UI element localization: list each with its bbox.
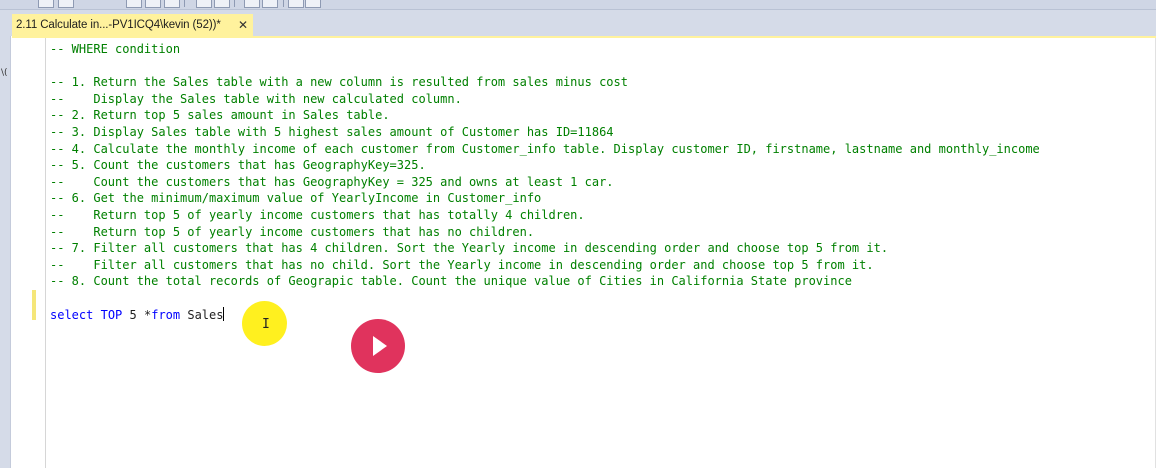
code-comment-line: -- Return top 5 of yearly income custome… <box>50 224 535 239</box>
keyword-select: select <box>50 307 94 322</box>
toolbar-button[interactable] <box>58 0 74 8</box>
text-caret <box>223 306 225 321</box>
tab-query-editor[interactable]: 2.11 Calculate in...-PV1ICQ4\kevin (52))… <box>12 14 253 36</box>
code-area[interactable]: -- WHERE condition -- 1. Return the Sales… <box>50 41 1040 323</box>
close-icon[interactable]: ✕ <box>238 17 248 33</box>
editor-margin <box>45 38 46 468</box>
toolbar-button[interactable] <box>262 0 278 8</box>
code-comment-line: -- Count the customers that has Geograph… <box>50 174 614 189</box>
toolbar-button[interactable] <box>126 0 142 8</box>
code-comment-line: -- 1. Return the Sales table with a new … <box>50 75 628 90</box>
code-comment-line: -- Display the Sales table with new calc… <box>50 91 462 106</box>
toolbar-button[interactable] <box>145 0 161 8</box>
code-comment-line: -- Filter all customers that has no chil… <box>50 257 874 272</box>
panel-edge-glyph: \( <box>1 68 8 78</box>
text-cursor-icon: I <box>262 317 270 332</box>
toolbar-button[interactable] <box>164 0 180 8</box>
query-line: select TOP 5 *from Sales <box>50 306 1040 324</box>
keyword-from: from <box>151 307 181 322</box>
toolbar-button[interactable] <box>196 0 212 8</box>
tab-title: 2.11 Calculate in...-PV1ICQ4\kevin (52))… <box>16 19 221 31</box>
code-comment-line: -- WHERE condition <box>50 42 181 56</box>
left-panel-edge: \( <box>0 36 11 468</box>
toolbar-dropdown[interactable] <box>305 0 321 8</box>
toolbar <box>0 0 1156 10</box>
code-comment-line: -- 4. Calculate the monthly income of ea… <box>50 141 1040 156</box>
toolbar-separator <box>234 0 235 7</box>
code-comment-line: -- 7. Filter all customers that has 4 ch… <box>50 241 889 256</box>
code-comment-line: -- 8. Count the total records of Geograp… <box>50 274 852 289</box>
toolbar-separator <box>184 0 185 7</box>
code-comment-line: -- 3. Display Sales table with 5 highest… <box>50 124 614 139</box>
code-comment-line: -- 5. Count the customers that has Geogr… <box>50 158 426 173</box>
toolbar-button[interactable] <box>214 0 230 8</box>
keyword-top: TOP <box>100 307 123 322</box>
change-indicator <box>32 290 36 320</box>
top-count: 5 <box>129 307 137 322</box>
toolbar-button[interactable] <box>288 0 304 8</box>
toolbar-button[interactable] <box>38 0 54 8</box>
play-icon[interactable] <box>351 319 405 373</box>
toolbar-button[interactable] <box>244 0 260 8</box>
toolbar-separator <box>283 0 284 7</box>
code-comment-line: -- 6. Get the minimum/maximum value of Y… <box>50 191 542 206</box>
table-name: Sales <box>187 307 224 322</box>
code-comment-line: -- 2. Return top 5 sales amount in Sales… <box>50 108 390 123</box>
code-comment-line: -- Return top 5 of yearly income custome… <box>50 207 585 222</box>
